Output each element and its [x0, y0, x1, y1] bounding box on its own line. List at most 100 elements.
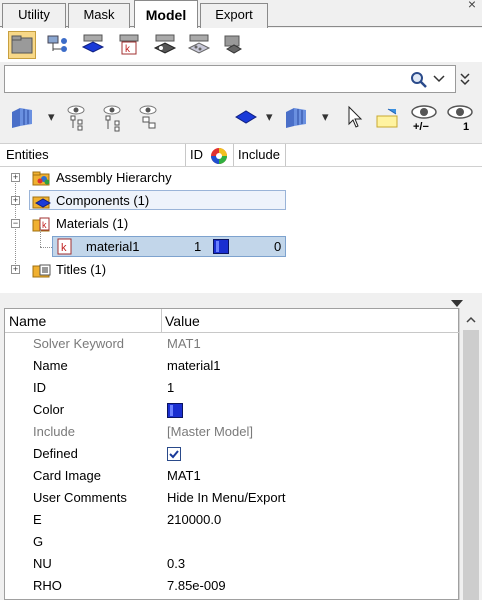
- component-view-icon[interactable]: [80, 31, 108, 59]
- property-name: G: [33, 534, 44, 549]
- expand-icon[interactable]: +: [11, 196, 20, 205]
- material-icon: k: [56, 238, 74, 259]
- property-row-name[interactable]: Name material1: [5, 355, 460, 377]
- set-view-icon[interactable]: [186, 31, 214, 59]
- tree-item-label: Titles (1): [56, 262, 107, 277]
- include-column-header[interactable]: Include: [238, 147, 280, 162]
- tree-item-titles[interactable]: + Titles (1): [0, 259, 482, 281]
- part-view-icon[interactable]: [220, 31, 248, 59]
- tree-item-label: material1: [86, 239, 140, 254]
- property-row-rho[interactable]: RHO 7.85e-009: [5, 575, 460, 597]
- column-separator: [161, 309, 162, 333]
- column-separator: [233, 144, 234, 166]
- entity-filter-icon[interactable]: [10, 106, 38, 133]
- tree-item-label: Components (1): [56, 193, 150, 208]
- tree-item-materials[interactable]: − k Materials (1): [0, 213, 482, 235]
- show-one-label: 1: [463, 121, 470, 133]
- defined-checkbox[interactable]: [167, 447, 181, 461]
- entity-filter-dropdown-icon[interactable]: ▾: [48, 109, 55, 125]
- search-options-chevron-icon[interactable]: [432, 71, 446, 88]
- property-name: Color: [33, 402, 65, 417]
- collapse-icon[interactable]: −: [11, 219, 20, 228]
- property-row-include[interactable]: Include [Master Model]: [5, 421, 460, 443]
- search-icon[interactable]: [410, 71, 428, 92]
- display-mode-dropdown-icon[interactable]: ▾: [322, 109, 329, 125]
- tab-bar: Utility Mask Model Export ×: [0, 0, 482, 28]
- tree-item-label: Assembly Hierarchy: [56, 170, 172, 185]
- property-name: NU: [33, 556, 52, 571]
- property-row-nu[interactable]: NU 0.3: [5, 553, 460, 575]
- color-swatch[interactable]: [167, 403, 183, 418]
- entity-toolbar: ▾ ▾ ▾ +/− 1: [0, 97, 482, 141]
- property-name: User Comments: [33, 490, 127, 505]
- tab-model[interactable]: Model: [134, 0, 198, 28]
- property-value: [Master Model]: [167, 424, 253, 439]
- material-view-icon[interactable]: k: [116, 31, 144, 59]
- property-value[interactable]: 0.3: [167, 556, 185, 571]
- tab-export[interactable]: Export: [200, 3, 268, 28]
- assembly-icon: [32, 169, 52, 190]
- entity-tree: + Assembly Hierarchy + Components (1) − …: [0, 167, 482, 293]
- id-column-header[interactable]: ID: [190, 147, 203, 162]
- show-one-eye-icon[interactable]: [446, 103, 474, 124]
- property-view-icon[interactable]: [152, 31, 180, 59]
- expand-icon[interactable]: +: [11, 265, 20, 274]
- property-row-g[interactable]: G: [5, 531, 460, 553]
- entity-properties-table: Name Value Solver Keyword MAT1 Name mate…: [4, 308, 460, 600]
- svg-text:k: k: [42, 220, 47, 230]
- show-count-label: +/−: [413, 121, 429, 133]
- name-column-header[interactable]: Name: [9, 313, 46, 329]
- property-value[interactable]: material1: [167, 358, 220, 373]
- property-row-solver-keyword[interactable]: Solver Keyword MAT1: [5, 333, 460, 355]
- tree-item-material1[interactable]: k material1 1 0: [0, 236, 482, 258]
- color-swatch[interactable]: [213, 239, 229, 254]
- isolate-component-icon[interactable]: [234, 106, 260, 131]
- tree-item-assembly-hierarchy[interactable]: + Assembly Hierarchy: [0, 167, 482, 189]
- property-row-card-image[interactable]: Card Image MAT1: [5, 465, 460, 487]
- property-value[interactable]: 7.85e-009: [167, 578, 226, 593]
- property-name: Include: [33, 424, 75, 439]
- property-row-color[interactable]: Color: [5, 399, 460, 421]
- scroll-up-icon[interactable]: [465, 313, 477, 328]
- property-name: Name: [33, 358, 68, 373]
- tab-mask[interactable]: Mask: [68, 3, 130, 28]
- property-row-defined[interactable]: Defined: [5, 443, 460, 465]
- property-row-id[interactable]: ID 1: [5, 377, 460, 399]
- close-icon[interactable]: ×: [468, 0, 476, 12]
- property-value[interactable]: 1: [167, 380, 174, 395]
- search-input[interactable]: [4, 65, 456, 93]
- property-name: Card Image: [33, 468, 101, 483]
- color-wheel-icon[interactable]: [210, 147, 228, 168]
- value-column-header[interactable]: Value: [165, 313, 200, 329]
- tree-item-id: 1: [194, 239, 202, 254]
- property-name: RHO: [33, 578, 62, 593]
- show-tree-eye-icon[interactable]: [100, 103, 128, 136]
- entities-column-header[interactable]: Entities: [6, 147, 49, 162]
- property-row-e[interactable]: E 210000.0: [5, 509, 460, 531]
- property-value[interactable]: Hide In Menu/Export: [167, 490, 286, 505]
- review-highlight-icon[interactable]: [374, 106, 402, 133]
- scrollbar-thumb[interactable]: [463, 330, 479, 600]
- property-value[interactable]: 210000.0: [167, 512, 221, 527]
- properties-header: Name Value: [5, 309, 460, 333]
- display-mode-icon[interactable]: [284, 106, 312, 133]
- expand-panel-icon[interactable]: [459, 72, 471, 89]
- property-value[interactable]: MAT1: [167, 468, 201, 483]
- hierarchy-view-icon[interactable]: [44, 31, 72, 59]
- tab-utility[interactable]: Utility: [2, 3, 66, 28]
- expand-icon[interactable]: +: [11, 173, 20, 182]
- tree-item-components[interactable]: + Components (1): [0, 190, 482, 212]
- entities-header: Entities ID Include: [0, 143, 482, 167]
- isolate-dropdown-icon[interactable]: ▾: [266, 109, 273, 125]
- properties-scrollbar[interactable]: [459, 308, 481, 600]
- property-row-user-comments[interactable]: User Comments Hide In Menu/Export: [5, 487, 460, 509]
- tab-utility-label: Utility: [18, 7, 50, 22]
- material-folder-icon: k: [32, 215, 52, 236]
- folder-view-icon[interactable]: [8, 31, 36, 59]
- show-flat-eye-icon[interactable]: [136, 103, 164, 136]
- tree-item-include: 0: [274, 239, 282, 254]
- search-row: [0, 62, 482, 96]
- panel-splitter[interactable]: [0, 293, 482, 307]
- show-hierarchy-eye-icon[interactable]: [64, 103, 92, 136]
- select-cursor-icon[interactable]: [346, 105, 364, 132]
